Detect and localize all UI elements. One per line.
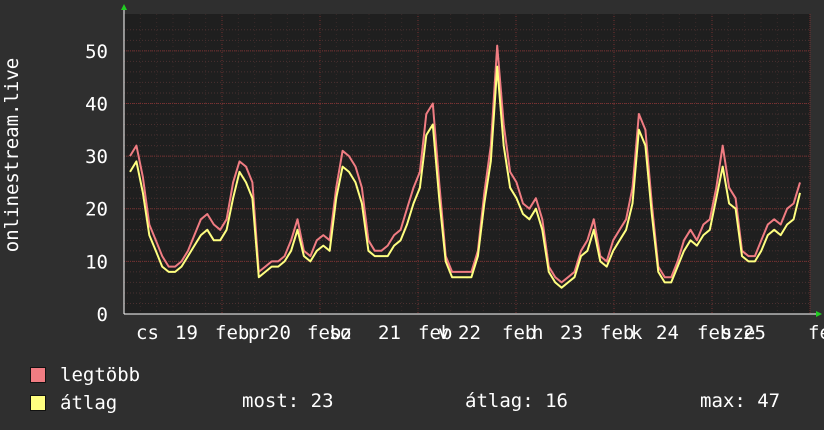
y-tick-label: 10 (85, 251, 108, 273)
y-axis-label: onlinestream.live (0, 0, 24, 310)
stat-current: most: 23 (242, 390, 334, 412)
x-tick-label: fe (808, 322, 824, 344)
x-tick-label: 22 (458, 322, 481, 344)
x-tick-label: feb (600, 322, 634, 344)
legend-label-avg: átlag (60, 392, 118, 414)
x-axis-arrow (816, 311, 822, 317)
y-tick-label: 30 (85, 146, 108, 168)
legend: legtöbb átlag most: 23 átlag: 16 max: 47 (30, 362, 810, 426)
y-tick-label: 0 (97, 304, 108, 326)
x-tick-label: 19 (175, 322, 198, 344)
x-tick-label: feb (215, 322, 249, 344)
legend-swatch-max (30, 367, 46, 383)
y-tick-labels: 0 10 20 30 40 50 (85, 41, 108, 326)
x-tick-label: k (631, 322, 643, 344)
y-axis-arrow (121, 4, 127, 10)
x-tick-labels: cs 19 febpr20 febszo 21 febv 22 febh 23 febk 24 feb… (136, 322, 824, 344)
legend-entry-avg: átlag most: 23 átlag: 16 max: 47 (30, 390, 810, 416)
x-tick-label: 20 (268, 322, 291, 344)
y-tick-label: 50 (85, 41, 108, 63)
y-tick-label: 20 (85, 199, 108, 221)
legend-label-max: legtöbb (60, 364, 141, 386)
x-tick-label: 23 (560, 322, 583, 344)
legend-entry-max: legtöbb (30, 362, 140, 388)
y-tick-label: 40 (85, 93, 108, 115)
y-axis-label-text: onlinestream.live (1, 57, 23, 253)
stat-average: átlag: 16 (465, 390, 568, 412)
x-tick-label: 24 (656, 322, 679, 344)
x-tick-label: o (340, 322, 351, 344)
stat-maximum: max: 47 (700, 390, 781, 412)
x-tick-label: 21 (378, 322, 401, 344)
x-tick-label: h (532, 322, 543, 344)
x-tick-label: 25 (743, 322, 766, 344)
legend-swatch-avg (30, 395, 46, 411)
x-tick-label: v (438, 322, 449, 344)
x-tick-label: cs (136, 322, 159, 344)
